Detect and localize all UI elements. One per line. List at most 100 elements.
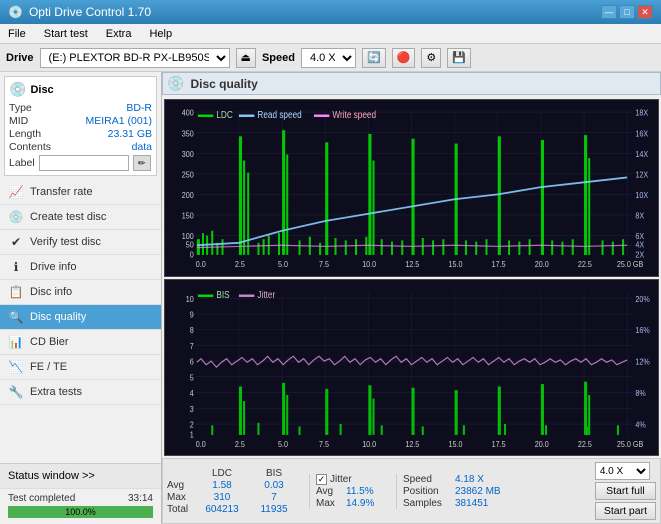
ldc-chart-svg: LDC Read speed Write speed 400 350 300 2… <box>165 100 658 276</box>
svg-text:12X: 12X <box>635 170 648 180</box>
speed-stat-label: Speed <box>403 474 451 485</box>
refresh-button[interactable]: 🔄 <box>362 48 386 68</box>
svg-text:0.0: 0.0 <box>196 259 207 269</box>
svg-text:1: 1 <box>190 429 194 439</box>
nav-extra-tests[interactable]: 🔧 Extra tests <box>0 380 161 405</box>
nav-verify-test-disc[interactable]: ✔ Verify test disc <box>0 230 161 255</box>
label-label: Label <box>9 157 35 169</box>
samples-stat-value: 381451 <box>455 498 488 509</box>
nav-items: 📈 Transfer rate 💿 Create test disc ✔ Ver… <box>0 180 161 463</box>
svg-text:9: 9 <box>190 309 194 319</box>
fe-te-icon: 📉 <box>8 360 24 374</box>
action-area: 4.0 X Start full Start part <box>595 462 656 520</box>
disc-panel: 💿 Disc Type BD-R MID MEIRA1 (001) Length… <box>4 76 157 176</box>
nav-create-test-disc-label: Create test disc <box>30 211 106 223</box>
svg-text:350: 350 <box>182 129 195 139</box>
close-button[interactable]: ✕ <box>637 5 653 19</box>
svg-text:5.0: 5.0 <box>278 439 289 449</box>
svg-text:17.5: 17.5 <box>492 259 507 269</box>
type-value: BD-R <box>126 102 152 114</box>
bis-max: 7 <box>249 492 299 503</box>
menu-start-test[interactable]: Start test <box>40 27 92 41</box>
transfer-rate-icon: 📈 <box>8 185 24 199</box>
bis-avg: 0.03 <box>249 480 299 491</box>
speed-stats: Speed 4.18 X Position 23862 MB Samples 3… <box>396 474 501 509</box>
nav-create-test-disc[interactable]: 💿 Create test disc <box>0 205 161 230</box>
svg-text:4: 4 <box>190 388 195 398</box>
svg-text:17.5: 17.5 <box>492 439 507 449</box>
menu-help[interactable]: Help <box>145 27 176 41</box>
status-window-label: Status window >> <box>8 470 95 482</box>
disc-panel-icon: 💿 <box>9 81 26 98</box>
burn-button[interactable]: 🔴 <box>392 48 416 68</box>
nav-fe-te-label: FE / TE <box>30 361 67 373</box>
bis-chart-svg: BIS Jitter 10 9 8 7 6 5 4 3 2 1 <box>165 280 658 456</box>
svg-text:Jitter: Jitter <box>257 289 275 300</box>
svg-text:20.0: 20.0 <box>535 439 550 449</box>
svg-text:400: 400 <box>182 108 195 118</box>
main-content: 💿 Disc quality <box>162 72 661 524</box>
svg-text:18X: 18X <box>635 108 648 118</box>
menu-extra[interactable]: Extra <box>102 27 136 41</box>
ldc-col-header: LDC <box>197 468 247 479</box>
label-edit-button[interactable]: ✏ <box>133 155 151 171</box>
eject-button[interactable]: ⏏ <box>236 48 256 68</box>
drive-select[interactable]: (E:) PLEXTOR BD-R PX-LB950SA 1.06 <box>40 48 230 68</box>
jitter-stats: ✓ Jitter Avg 11.5% Max 14.9% <box>309 474 386 509</box>
start-full-button[interactable]: Start full <box>595 482 656 500</box>
svg-text:20%: 20% <box>635 294 649 304</box>
nav-disc-info[interactable]: 📋 Disc info <box>0 280 161 305</box>
extra-tests-icon: 🔧 <box>8 385 24 399</box>
svg-text:300: 300 <box>182 149 195 159</box>
nav-drive-info[interactable]: ℹ Drive info <box>0 255 161 280</box>
type-label: Type <box>9 102 32 114</box>
nav-fe-te[interactable]: 📉 FE / TE <box>0 355 161 380</box>
svg-text:14X: 14X <box>635 149 648 159</box>
menu-bar: File Start test Extra Help <box>0 24 661 44</box>
nav-transfer-rate[interactable]: 📈 Transfer rate <box>0 180 161 205</box>
sidebar: 💿 Disc Type BD-R MID MEIRA1 (001) Length… <box>0 72 162 524</box>
jitter-max-value: 14.9% <box>346 498 386 509</box>
svg-text:BIS: BIS <box>216 289 229 300</box>
nav-verify-test-disc-label: Verify test disc <box>30 236 101 248</box>
svg-text:22.5: 22.5 <box>578 439 593 449</box>
progress-bar-container: 100.0% <box>8 506 153 518</box>
svg-text:7: 7 <box>190 341 194 351</box>
menu-file[interactable]: File <box>4 27 30 41</box>
nav-cd-bier[interactable]: 📊 CD Bier <box>0 330 161 355</box>
ldc-avg: 1.58 <box>197 480 247 491</box>
create-test-disc-icon: 💿 <box>8 210 24 224</box>
nav-disc-quality[interactable]: 🔍 Disc quality <box>0 305 161 330</box>
nav-cd-bier-label: CD Bier <box>30 336 69 348</box>
app-icon: 💿 <box>8 5 23 19</box>
jitter-avg-label: Avg <box>316 486 344 497</box>
jitter-avg-value: 11.5% <box>346 486 386 497</box>
svg-text:200: 200 <box>182 190 195 200</box>
contents-value: data <box>132 141 152 153</box>
start-part-button[interactable]: Start part <box>595 502 656 520</box>
avg-label: Avg <box>167 480 195 491</box>
maximize-button[interactable]: □ <box>619 5 635 19</box>
svg-text:20.0: 20.0 <box>535 259 550 269</box>
svg-text:5: 5 <box>190 372 195 382</box>
svg-text:250: 250 <box>182 170 195 180</box>
status-window-button[interactable]: Status window >> <box>0 463 161 488</box>
minimize-button[interactable]: — <box>601 5 617 19</box>
speed-select[interactable]: 4.0 X <box>301 48 356 68</box>
svg-text:12%: 12% <box>635 357 649 367</box>
stats-speed-select[interactable]: 4.0 X <box>595 462 650 480</box>
bis-total: 11935 <box>249 504 299 515</box>
jitter-checkbox[interactable]: ✓ <box>316 474 327 485</box>
save-button[interactable]: 💾 <box>447 48 471 68</box>
settings-button[interactable]: ⚙ <box>421 48 441 68</box>
ldc-max: 310 <box>197 492 247 503</box>
svg-text:2X: 2X <box>635 250 644 260</box>
total-label: Total <box>167 504 195 515</box>
label-input[interactable] <box>39 155 129 171</box>
svg-text:3: 3 <box>190 404 195 414</box>
position-stat-label: Position <box>403 486 451 497</box>
ldc-total: 604213 <box>197 504 247 515</box>
jitter-label: Jitter <box>330 474 352 485</box>
svg-text:10X: 10X <box>635 190 648 200</box>
verify-test-disc-icon: ✔ <box>8 235 24 249</box>
